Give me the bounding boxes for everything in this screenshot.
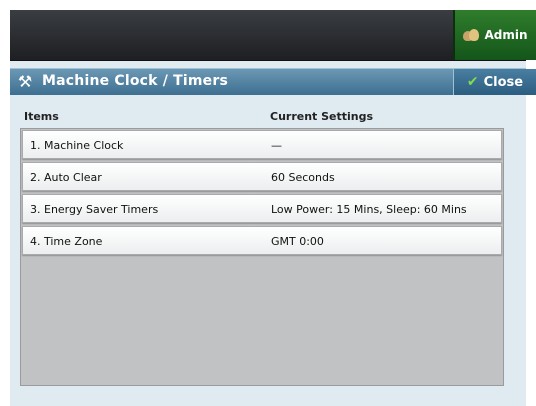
item-name: 2. Auto Clear <box>30 171 102 184</box>
column-header-current-settings: Current Settings <box>270 110 374 123</box>
item-setting: GMT 0:00 <box>271 235 324 248</box>
tools-icon: ⚒ <box>17 72 33 91</box>
window-title-bar: ⚒ Machine Clock / Timers ✔ Close <box>10 68 536 95</box>
admin-label: Admin <box>484 28 528 42</box>
column-header-items: Items <box>24 110 59 123</box>
close-label: Close <box>483 74 524 90</box>
item-setting: Low Power: 15 Mins, Sleep: 60 Mins <box>271 203 467 216</box>
list-item-time-zone[interactable]: 4. Time Zone GMT 0:00 <box>22 226 502 255</box>
close-button[interactable]: ✔ Close <box>453 69 536 95</box>
item-setting: — <box>271 139 282 152</box>
item-name: 4. Time Zone <box>30 235 103 248</box>
top-bar: Admin <box>10 10 536 61</box>
content-area: Items Current Settings 1. Machine Clock … <box>10 96 526 406</box>
admin-user-icon <box>463 28 480 42</box>
list-item-machine-clock[interactable]: 1. Machine Clock — <box>22 130 502 159</box>
list-item-auto-clear[interactable]: 2. Auto Clear 60 Seconds <box>22 162 502 191</box>
items-list: 1. Machine Clock — 2. Auto Clear 60 Seco… <box>20 128 504 386</box>
window-title: Machine Clock / Timers <box>42 73 229 89</box>
item-name: 1. Machine Clock <box>30 139 124 152</box>
item-name: 3. Energy Saver Timers <box>30 203 159 216</box>
checkmark-icon: ✔ <box>466 74 479 90</box>
admin-button[interactable]: Admin <box>453 10 536 60</box>
item-setting: 60 Seconds <box>271 171 335 184</box>
list-item-energy-saver-timers[interactable]: 3. Energy Saver Timers Low Power: 15 Min… <box>22 194 502 223</box>
